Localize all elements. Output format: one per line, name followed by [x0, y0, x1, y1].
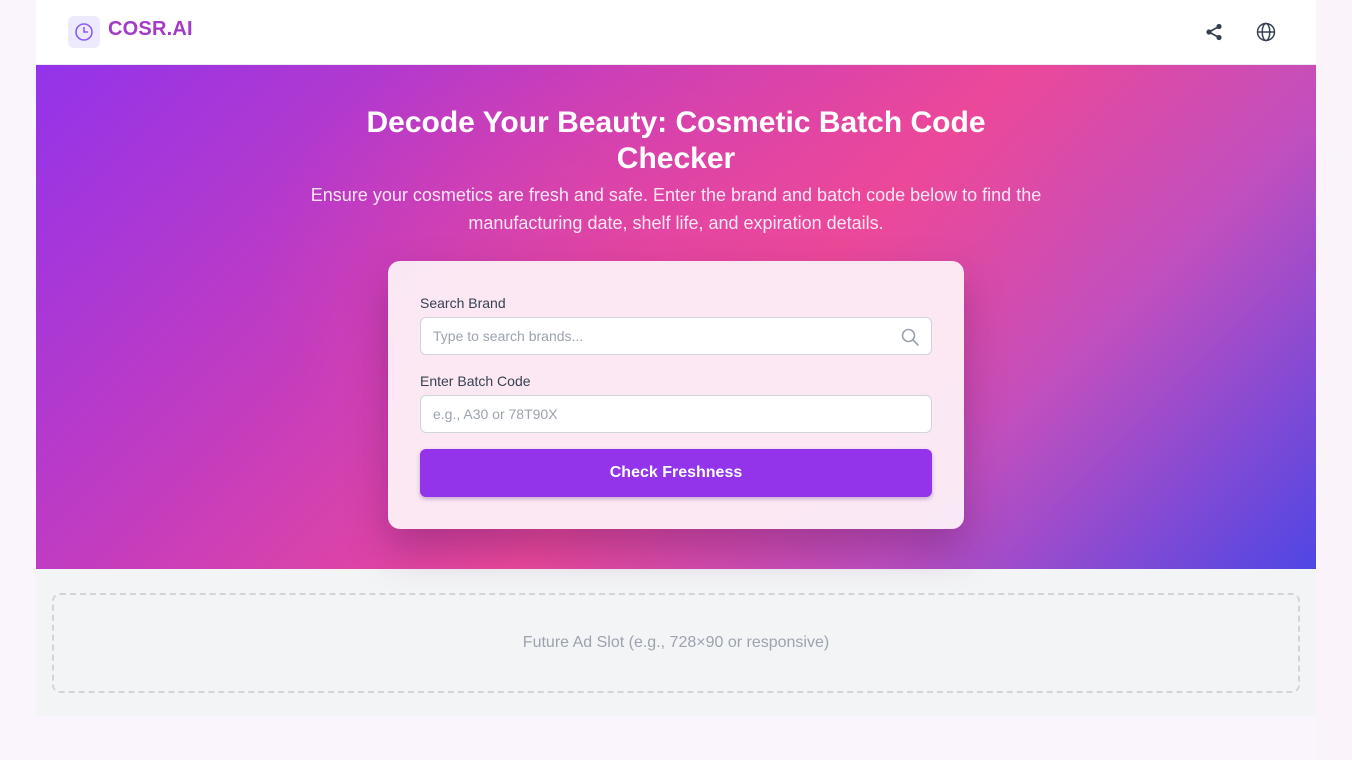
logo-clock-icon[interactable]	[68, 16, 100, 48]
hero-section: Decode Your Beauty: Cosmetic Batch Code …	[36, 65, 1316, 569]
hero-subtitle: Ensure your cosmetics are fresh and safe…	[310, 185, 1042, 233]
batch-code-input[interactable]	[420, 395, 932, 433]
ad-slot: Future Ad Slot (e.g., 728×90 or responsi…	[52, 593, 1300, 693]
batch-code-label: Enter Batch Code	[420, 373, 531, 389]
ad-slot-text: Future Ad Slot (e.g., 728×90 or responsi…	[522, 634, 830, 651]
site-header: COSR.AI	[36, 0, 1316, 65]
brand-label: Search Brand	[420, 295, 506, 311]
brand-search-input[interactable]	[420, 317, 932, 355]
page-title: Decode Your Beauty: Cosmetic Batch Code …	[366, 106, 986, 175]
share-icon[interactable]	[1202, 20, 1226, 44]
globe-icon[interactable]	[1254, 20, 1278, 44]
page-container: COSR.AI Decode Your Beauty: Cosmetic Bat…	[36, 0, 1316, 716]
brand-name[interactable]: COSR.AI	[108, 18, 193, 41]
batch-check-form: Search Brand Enter Batch Code Check Fres…	[388, 261, 964, 529]
check-freshness-button[interactable]: Check Freshness	[420, 449, 932, 497]
search-icon	[901, 328, 919, 346]
page-background-edge	[1316, 0, 1352, 760]
